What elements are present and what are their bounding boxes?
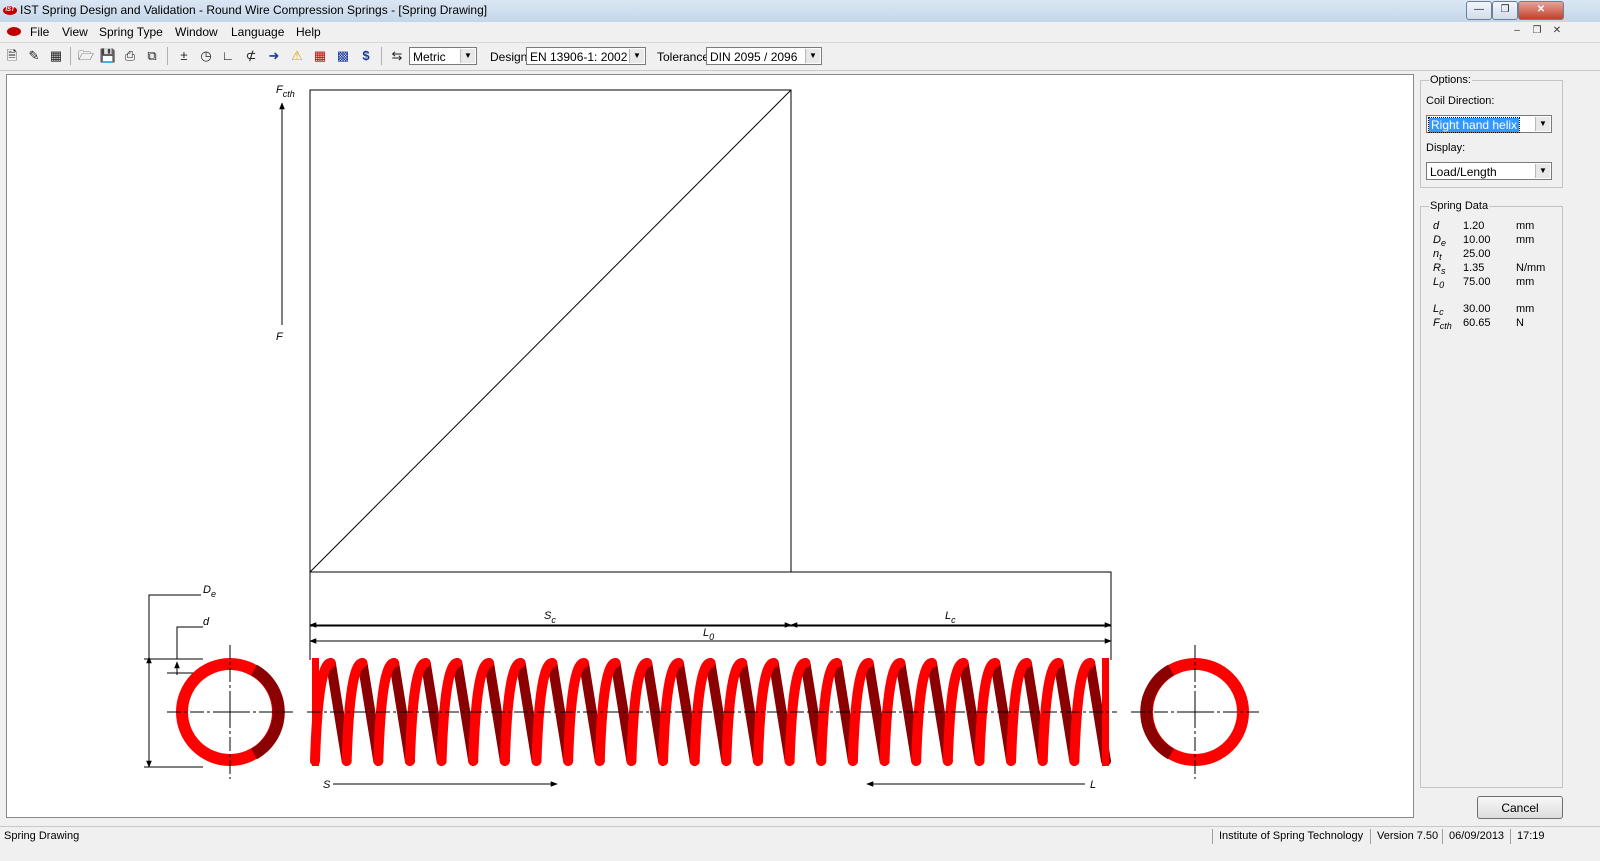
print-icon[interactable]: ⎙ xyxy=(120,46,140,66)
cancel-button[interactable]: Cancel xyxy=(1477,796,1563,819)
status-text: Spring Drawing xyxy=(4,830,80,842)
spring-data-group: Spring Data d 1.20 mm De 10.00 mm nt 25.… xyxy=(1420,200,1563,788)
mdi-close-icon[interactable]: ✕ xyxy=(1550,24,1564,38)
menu-view[interactable]: View xyxy=(62,25,88,39)
chevron-down-icon[interactable]: ▼ xyxy=(1535,164,1550,178)
bars-icon[interactable]: ▩ xyxy=(333,46,353,66)
toolbar: 🗎 ✎ ▦ 🗁 💾 ⎙ ⧉ ± ◷ ∟ ⊄ ➜ ⚠ ▦ ▩ $ ⇆ Metric… xyxy=(0,43,1600,71)
tolerance-select[interactable]: DIN 2095 / 2096 ▼ xyxy=(706,47,822,65)
lc-label: Lc xyxy=(945,610,956,625)
open-folder-icon[interactable]: 🗁 xyxy=(76,46,96,66)
l-label: L xyxy=(1090,779,1096,791)
chevron-down-icon[interactable]: ▼ xyxy=(1535,117,1550,131)
display-select[interactable]: Load/Length ▼ xyxy=(1426,162,1552,180)
d-label: d xyxy=(203,616,210,628)
de-label: De xyxy=(203,584,216,599)
chevron-down-icon[interactable]: ▼ xyxy=(460,49,475,63)
copy-icon[interactable]: ⧉ xyxy=(142,46,162,66)
cost-icon[interactable]: $ xyxy=(356,46,376,66)
warning-icon[interactable]: ⚠ xyxy=(287,46,307,66)
tolerance-label: Tolerance: xyxy=(657,50,713,64)
d-leader xyxy=(176,626,203,659)
menu-file[interactable]: File xyxy=(30,25,49,39)
menu-help[interactable]: Help xyxy=(296,25,321,39)
new-icon[interactable]: 🗎 xyxy=(2,46,22,66)
menu-spring-type[interactable]: Spring Type xyxy=(99,25,163,39)
chevron-down-icon[interactable]: ▼ xyxy=(629,49,644,63)
spring-drawing-canvas: Fcth F De d Sc Lc L0 S L xyxy=(6,74,1414,818)
status-version: Version 7.50 xyxy=(1370,829,1442,844)
chart-icon[interactable]: ⊄ xyxy=(241,46,261,66)
toolbar-separator xyxy=(381,47,382,65)
spring-dimensions-icon[interactable]: ± xyxy=(174,46,194,66)
status-bar: Spring Drawing Institute of Spring Techn… xyxy=(0,826,1600,861)
design-value: EN 13906-1: 2002 xyxy=(530,50,628,64)
f-label: F xyxy=(276,331,284,343)
toolbar-separator xyxy=(70,47,71,65)
right-end-view xyxy=(1131,645,1259,779)
toolbar-separator xyxy=(167,47,168,65)
display-label: Display: xyxy=(1426,142,1466,154)
title-bar: IST IST Spring Design and Validation - R… xyxy=(0,0,1600,23)
clock-icon[interactable]: ◷ xyxy=(196,46,216,66)
design-select[interactable]: EN 13906-1: 2002 ▼ xyxy=(526,47,646,65)
length-box xyxy=(309,571,1112,627)
coil-direction-value: Right hand helix xyxy=(1427,117,1521,133)
window-title: IST Spring Design and Validation - Round… xyxy=(20,3,488,17)
tolerance-value: DIN 2095 / 2096 xyxy=(710,50,798,64)
status-date: 06/09/2013 xyxy=(1442,829,1510,844)
mdi-minimize-icon[interactable]: – xyxy=(1510,24,1524,38)
status-organization: Institute of Spring Technology xyxy=(1212,829,1369,844)
spring-data-title: Spring Data xyxy=(1429,200,1490,212)
minimize-icon[interactable]: — xyxy=(1466,1,1492,20)
edit-icon[interactable]: ✎ xyxy=(24,46,44,66)
units-value: Metric xyxy=(413,50,446,64)
menu-language[interactable]: Language xyxy=(231,25,284,39)
maximize-icon[interactable]: ❐ xyxy=(1492,1,1518,20)
close-icon[interactable]: ✕ xyxy=(1518,1,1564,20)
load-line xyxy=(309,89,792,573)
menu-bar: File View Spring Type Window Language He… xyxy=(0,22,1600,43)
l0-label: L0 xyxy=(703,627,714,642)
fcth-label: Fcth xyxy=(276,84,295,99)
options-title: Options: xyxy=(1429,74,1472,86)
units-select[interactable]: Metric ▼ xyxy=(409,47,477,65)
spring-drawing-svg: Fcth F De d Sc Lc L0 S L xyxy=(144,84,1259,791)
left-end-view xyxy=(167,645,293,779)
graph-icon[interactable]: ∟ xyxy=(218,46,238,66)
app-logo-icon: IST xyxy=(3,6,17,15)
mdi-restore-icon[interactable]: ❐ xyxy=(1530,24,1544,38)
arrow-right-icon[interactable]: ➜ xyxy=(264,46,284,66)
display-value: Load/Length xyxy=(1430,165,1497,179)
s-label: S xyxy=(323,779,331,791)
menu-window[interactable]: Window xyxy=(175,25,218,39)
chevron-down-icon[interactable]: ▼ xyxy=(805,49,820,63)
save-icon[interactable]: 💾 xyxy=(98,46,118,66)
design-label: Design: xyxy=(490,50,531,64)
calculator-icon[interactable]: ▦ xyxy=(46,46,66,66)
coil-direction-select[interactable]: Right hand helix ▼ xyxy=(1426,115,1552,133)
grid-icon[interactable]: ▦ xyxy=(310,46,330,66)
units-swap-icon[interactable]: ⇆ xyxy=(387,46,407,66)
status-time: 17:19 xyxy=(1510,829,1562,844)
coil-direction-label: Coil Direction: xyxy=(1426,95,1495,107)
document-logo-icon[interactable] xyxy=(7,27,21,36)
sc-label: Sc xyxy=(544,610,556,625)
